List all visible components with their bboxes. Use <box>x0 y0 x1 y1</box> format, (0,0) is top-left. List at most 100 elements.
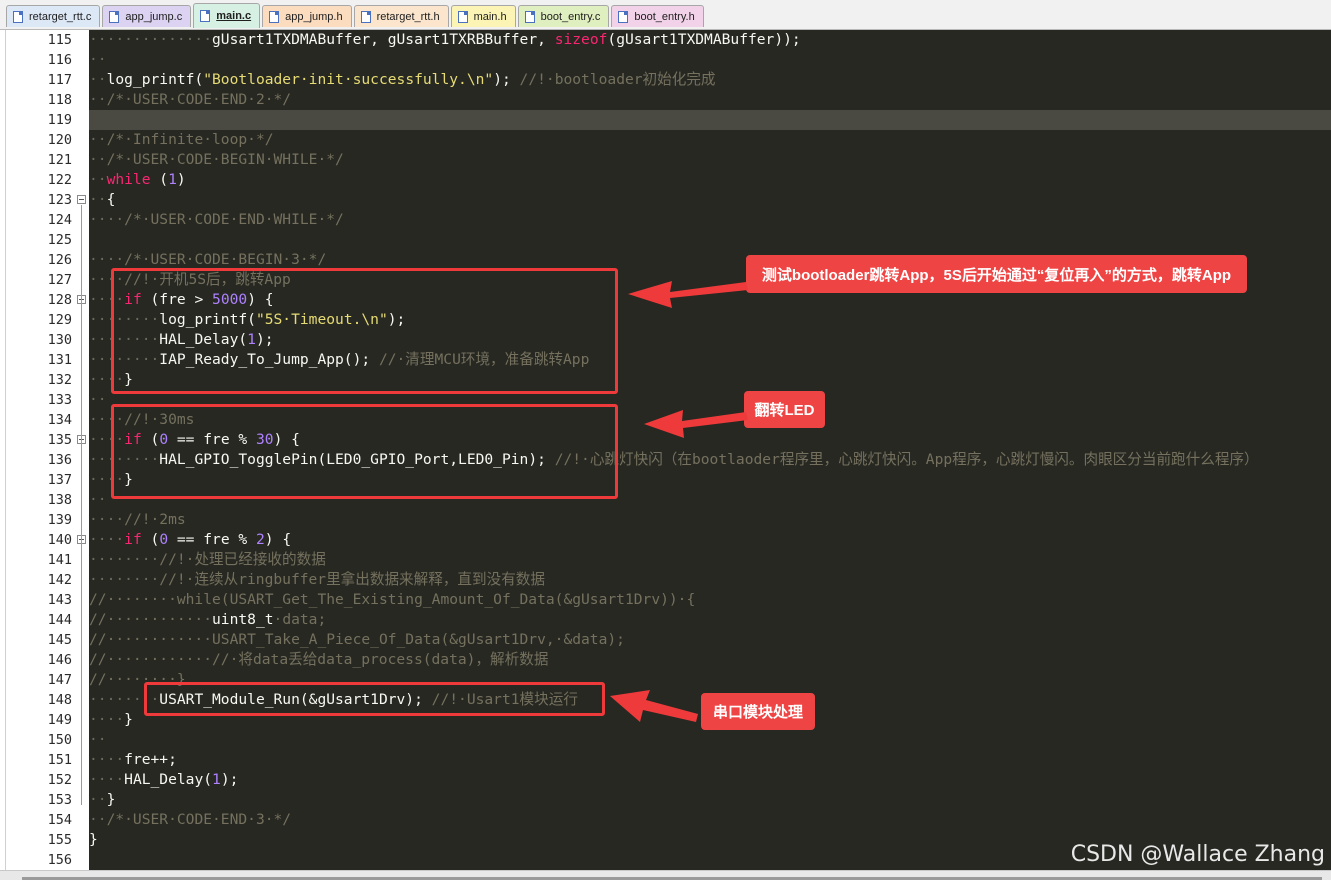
code-line[interactable]: ····if (0 == fre % 2) { <box>89 530 291 550</box>
code-line[interactable]: ····fre++; <box>89 750 177 770</box>
code-line[interactable]: //············//·将data丢给data_process(dat… <box>89 650 548 670</box>
line-number-gutter: 115 116 117 118 119 120 121 122 123 124 125 126 127 1… <box>5 30 89 870</box>
code-line[interactable]: ····/*·USER·CODE·BEGIN·3·*/ <box>89 250 326 270</box>
code-line[interactable]: ····HAL_Delay(1); <box>89 770 238 790</box>
line-number: 115 <box>47 32 72 48</box>
tab-retarget-rtt-h[interactable]: retarget_rtt.h <box>353 5 449 27</box>
code-line[interactable]: ··log_printf("Bootloader·init·successful… <box>89 70 716 90</box>
line-number: 135 <box>47 432 72 448</box>
code-token: /*·USER·CODE·END·2·*/ <box>106 91 292 108</box>
annotation-box-jump <box>111 268 618 394</box>
code-token: } <box>106 791 116 808</box>
line-number: 133 <box>47 392 72 408</box>
code-token: ( <box>150 171 169 188</box>
code-line[interactable]: ··/*·USER·CODE·END·2·*/ <box>89 90 291 110</box>
annotation-box-uart <box>144 682 605 716</box>
code-token: ·· <box>89 491 107 508</box>
code-line[interactable]: ··} <box>89 790 115 810</box>
tab-main-h[interactable]: main.h <box>450 5 516 27</box>
code-token: //········while(USART_Get_The_Existing_A… <box>89 591 696 608</box>
line-number: 118 <box>47 92 72 108</box>
tab-list: retarget_rtt.c app_jump.c main.c app_jump.h… <box>6 3 704 30</box>
code-token: 0 <box>159 531 169 548</box>
code-line[interactable]: ··/*·Infinite·loop·*/ <box>89 130 274 150</box>
code-line[interactable]: //············uint8_t·data; <box>89 610 326 630</box>
tab-retarget-rtt-c[interactable]: retarget_rtt.c <box>6 5 101 27</box>
file-icon <box>524 10 535 23</box>
code-token: //············ <box>89 611 213 628</box>
fold-toggle-icon[interactable] <box>77 195 86 204</box>
code-token: //!·2ms <box>124 511 186 528</box>
code-token: ·· <box>89 731 107 748</box>
code-token: } <box>124 711 133 728</box>
line-number: 138 <box>47 492 72 508</box>
code-token: /*·Infinite·loop·*/ <box>106 131 274 148</box>
line-number: 151 <box>47 752 72 768</box>
file-icon <box>360 10 371 23</box>
code-token: while <box>106 171 151 188</box>
tab-app-jump-c[interactable]: app_jump.c <box>102 5 192 27</box>
code-token: (gUsart1TXDMABuffer)); <box>607 31 801 48</box>
line-number: 141 <box>47 552 72 568</box>
code-token: == fre % <box>168 531 256 548</box>
code-token: ···· <box>89 511 125 528</box>
code-token: ·· <box>89 791 107 808</box>
tab-label: retarget_rtt.h <box>376 10 440 23</box>
tab-label: app_jump.c <box>125 10 183 23</box>
code-token: ·· <box>89 151 107 168</box>
line-number: 119 <box>47 112 72 128</box>
code-token: ···· <box>89 751 125 768</box>
line-number: 152 <box>47 772 72 788</box>
code-token: ···· <box>89 771 125 788</box>
code-token: //············//·将data丢给data_process(dat… <box>89 651 549 668</box>
code-line[interactable]: ·· <box>89 50 107 70</box>
tab-main-c[interactable]: main.c <box>193 3 261 28</box>
code-line[interactable]: ··············gUsart1TXDMABuffer, gUsart… <box>89 30 801 50</box>
callout-uart: 串口模块处理 <box>701 693 815 730</box>
code-line[interactable]: ··while (1) <box>89 170 186 190</box>
arrow-led <box>644 410 748 438</box>
code-line[interactable]: ··{ <box>89 190 115 210</box>
line-number: 134 <box>47 412 72 428</box>
line-number: 121 <box>47 152 72 168</box>
line-number: 143 <box>47 592 72 608</box>
code-token: ·data; <box>273 611 327 628</box>
code-line[interactable]: //············USART_Take_A_Piece_Of_Data… <box>89 630 625 650</box>
code-line[interactable]: ·· <box>89 490 107 510</box>
line-number: 140 <box>47 532 72 548</box>
tab-app-jump-h[interactable]: app_jump.h <box>262 5 352 27</box>
code-token: ·· <box>89 51 107 68</box>
code-line[interactable]: ········//!·处理已经接收的数据 <box>89 550 326 570</box>
code-line[interactable]: ····} <box>89 710 133 730</box>
code-token: ·· <box>89 191 107 208</box>
code-token: ·· <box>89 91 107 108</box>
code-token: //!·连续从ringbuffer里拿出数据来解释，直到没有数据 <box>159 571 545 588</box>
code-line[interactable]: } <box>89 830 98 850</box>
line-number: 142 <box>47 572 72 588</box>
callout-led: 翻转LED <box>744 391 825 428</box>
code-token: //············USART_Take_A_Piece_Of_Data… <box>89 631 625 648</box>
line-number: 155 <box>47 832 72 848</box>
line-number: 124 <box>47 212 72 228</box>
tab-boot-entry-h[interactable]: boot_entry.h <box>611 5 704 27</box>
code-line[interactable]: ····/*·USER·CODE·END·WHILE·*/ <box>89 210 344 230</box>
code-token: "Bootloader·init·successfully.\n" <box>203 71 494 88</box>
line-number: 147 <box>47 672 72 688</box>
code-line[interactable]: ·· <box>89 390 107 410</box>
code-line[interactable]: //········while(USART_Get_The_Existing_A… <box>89 590 695 610</box>
tab-boot-entry-c[interactable]: boot_entry.c <box>517 5 610 27</box>
code-line[interactable]: ····//!·2ms <box>89 510 186 530</box>
line-number: 120 <box>47 132 72 148</box>
code-token: 1 <box>168 171 177 188</box>
code-token: ·· <box>89 171 107 188</box>
line-number: 125 <box>47 232 72 248</box>
arrow-jump <box>628 281 748 308</box>
arrow-uart <box>610 690 698 722</box>
tab-label: retarget_rtt.c <box>29 10 92 23</box>
code-line[interactable]: ········//!·连续从ringbuffer里拿出数据来解释，直到没有数据 <box>89 570 545 590</box>
code-line[interactable]: ··/*·USER·CODE·BEGIN·WHILE·*/ <box>89 150 344 170</box>
code-line[interactable]: ·· <box>89 730 107 750</box>
code-line[interactable]: ··/*·USER·CODE·END·3·*/ <box>89 810 291 830</box>
file-icon <box>457 10 468 23</box>
current-line-highlight <box>89 110 1331 130</box>
